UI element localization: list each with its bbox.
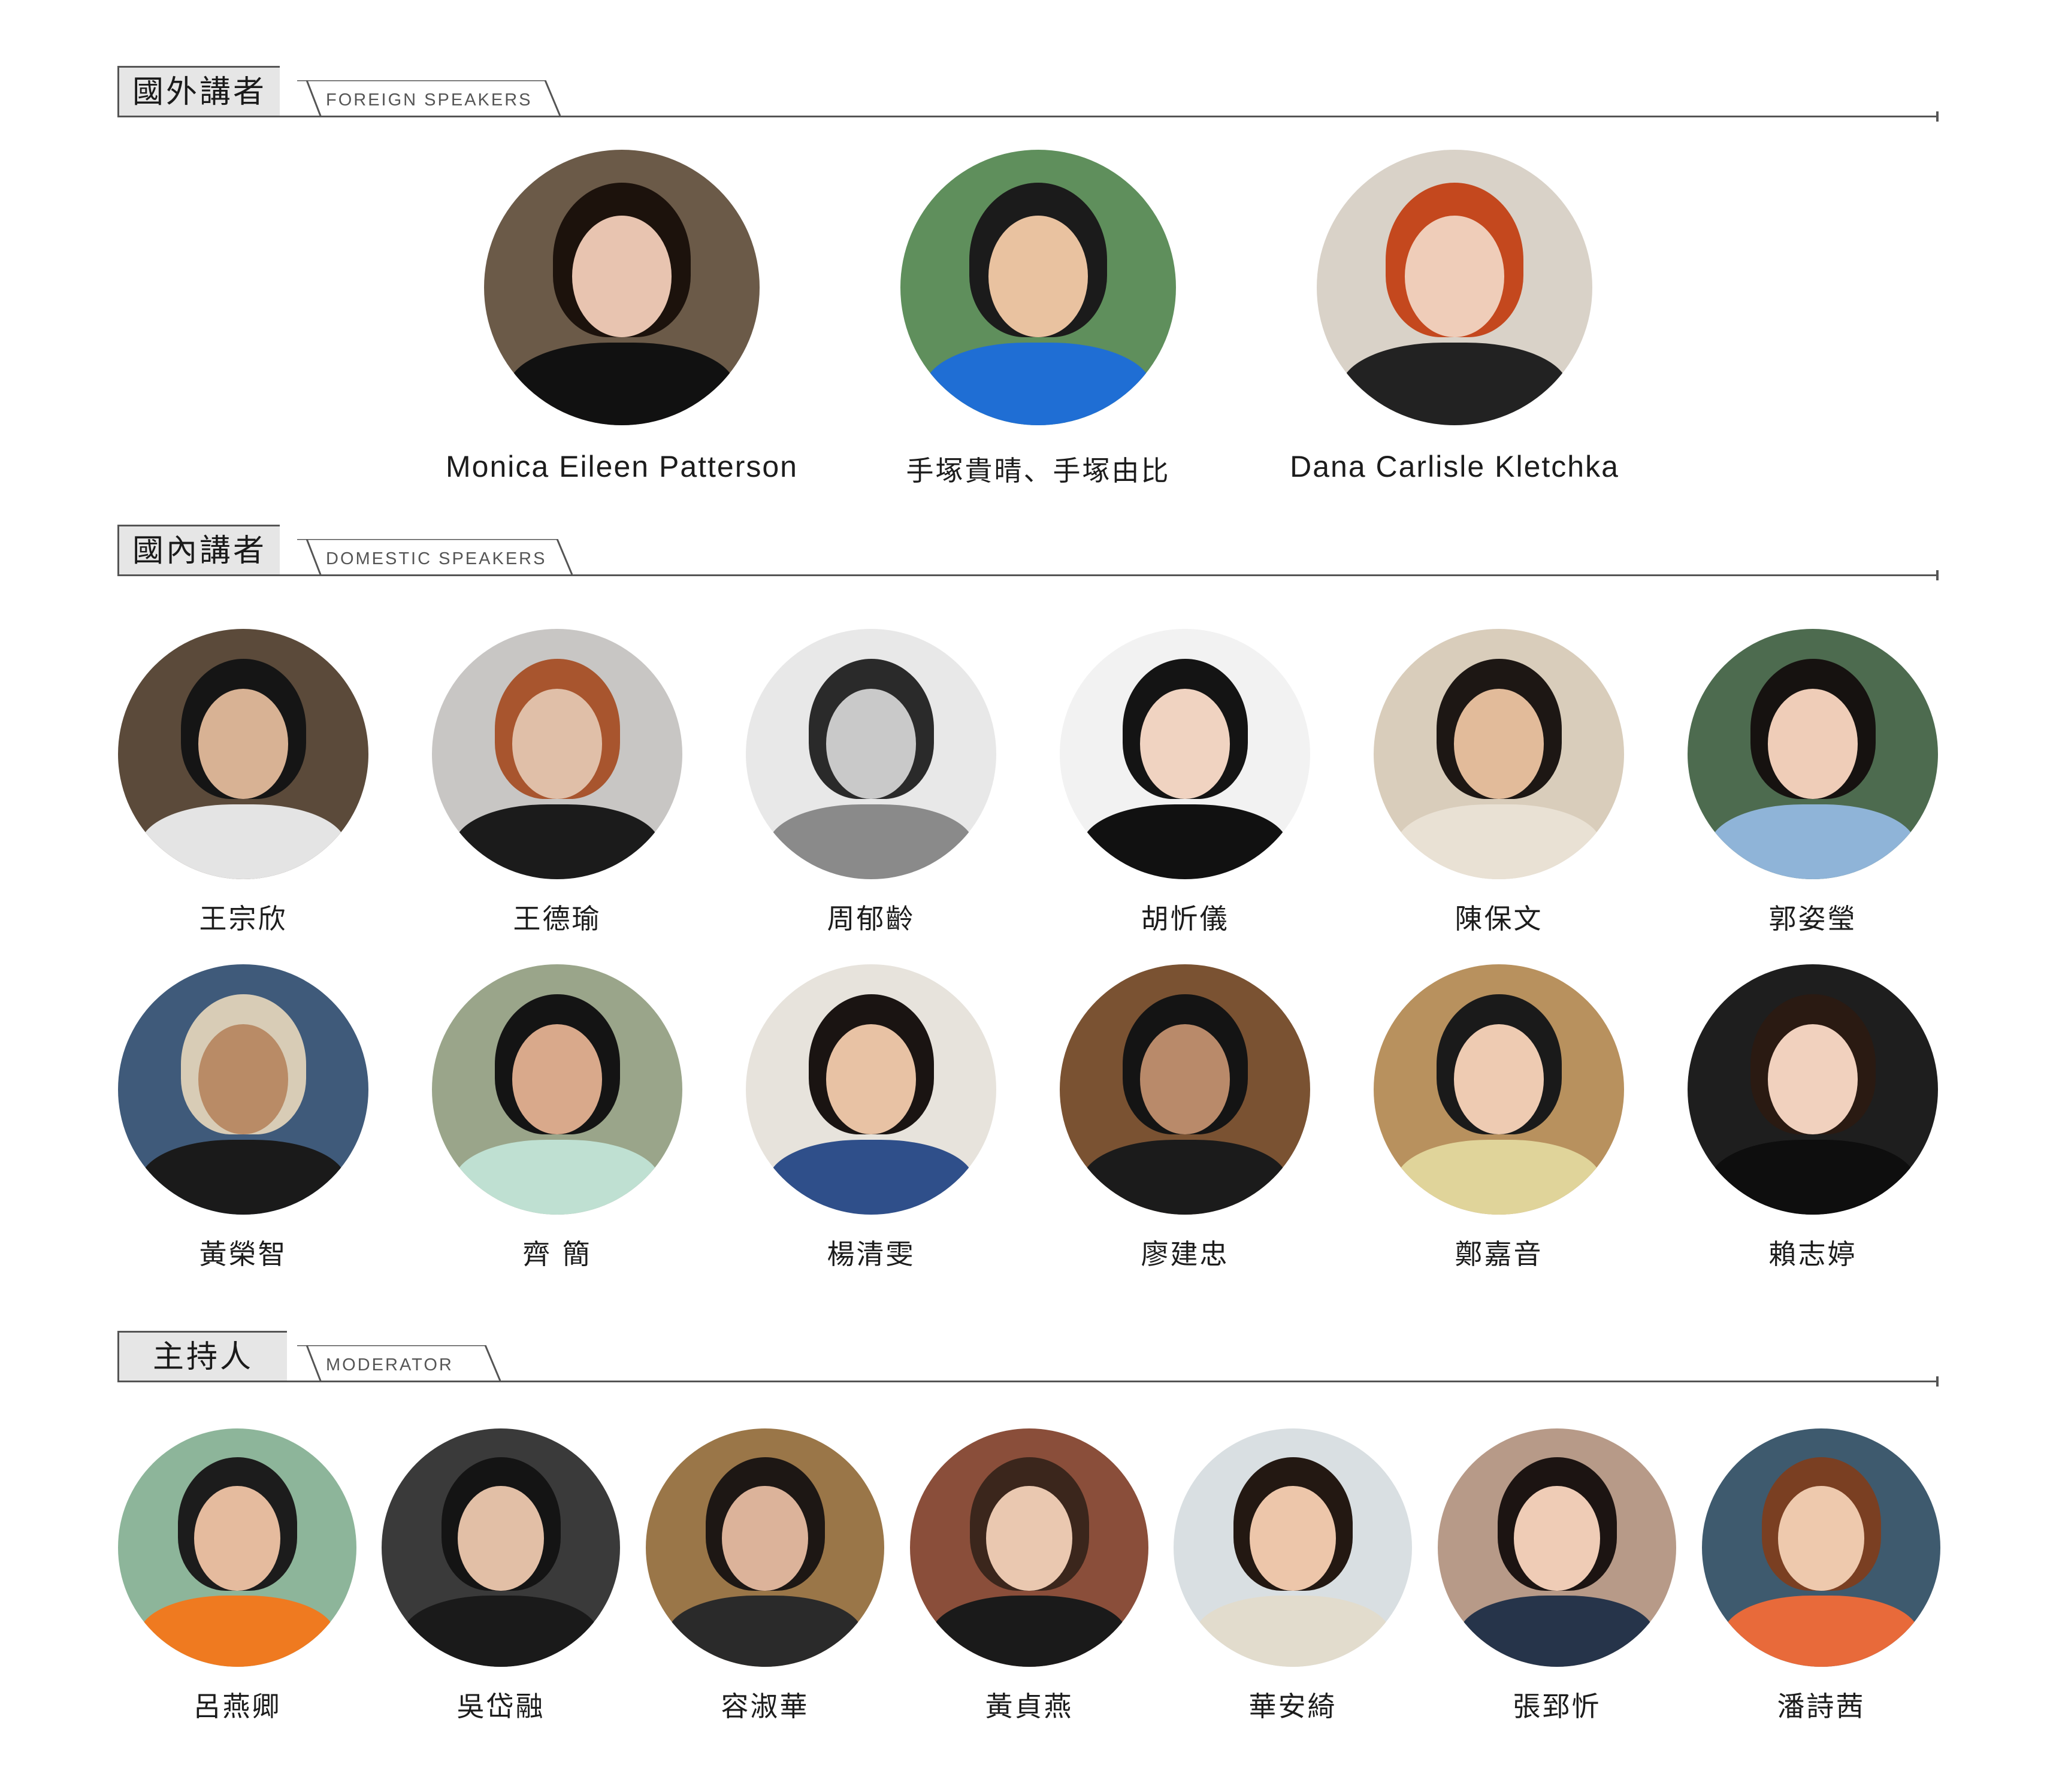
portrait-face [1453, 1024, 1544, 1135]
section-header: 主持人 MODERATOR [117, 1331, 1939, 1387]
portrait-face [1514, 1485, 1600, 1591]
speaker-photo [1688, 964, 1938, 1215]
section-title-en-tab: MODERATOR [297, 1345, 501, 1382]
portrait-face [826, 1024, 917, 1135]
portrait-face [988, 216, 1088, 337]
portrait-face [1139, 1024, 1230, 1135]
speaker-card: 潘詩茜 [1611, 1428, 2031, 1727]
portrait-shoulders [1396, 804, 1602, 879]
section-title-en: DOMESTIC SPEAKERS [326, 549, 547, 568]
speaker-card: 郭姿瑩 [1603, 629, 2022, 939]
speaker-card: Monica Eileen Patterson [412, 150, 832, 491]
portrait-face [572, 216, 672, 337]
portrait-shoulders [509, 343, 735, 425]
portrait-shoulders [1396, 1139, 1602, 1215]
divider [117, 574, 1939, 576]
speaker-name: 潘詩茜 [1777, 1690, 1865, 1723]
speaker-photo [746, 964, 996, 1215]
portrait-shoulders [140, 804, 346, 879]
speaker-card: Dana Carlisle Kletchka [1245, 150, 1664, 491]
portrait-face [1250, 1485, 1336, 1591]
portrait-face [986, 1485, 1072, 1591]
portrait-face [198, 689, 289, 800]
portrait-shoulders [1082, 1139, 1288, 1215]
speaker-photo [1374, 964, 1624, 1215]
portrait-face [722, 1485, 808, 1591]
speaker-name: Dana Carlisle Kletchka [1290, 450, 1619, 483]
portrait-shoulders [1341, 343, 1568, 425]
section-title-cn: 主持人 [117, 1331, 288, 1382]
portrait-face [826, 689, 917, 800]
divider-end [1936, 570, 1939, 580]
section-title-cn: 國外講者 [117, 66, 280, 117]
divider-end [1936, 111, 1939, 122]
portrait-face [194, 1485, 280, 1591]
speaker-name: Monica Eileen Patterson [446, 450, 798, 483]
speaker-photo [432, 629, 682, 879]
speaker-card: 手塚貴晴、手塚由比 [829, 150, 1248, 491]
divider [117, 116, 1939, 117]
portrait-shoulders [768, 804, 974, 879]
portrait-shoulders [768, 1139, 974, 1215]
portrait-face [512, 689, 603, 800]
speaker-photo [900, 150, 1176, 425]
portrait-face [1767, 1024, 1858, 1135]
portrait-shoulders [140, 1139, 346, 1215]
portrait-shoulders [454, 804, 660, 879]
section-title-en: MODERATOR [326, 1355, 453, 1375]
portrait-face [1139, 689, 1230, 800]
portrait-face [512, 1024, 603, 1135]
portrait-face [1405, 216, 1504, 337]
divider-end [1936, 1376, 1939, 1387]
portrait-face [1778, 1485, 1864, 1591]
speaker-photo [1702, 1428, 1940, 1667]
speaker-name: 賴志婷 [1768, 1238, 1857, 1270]
speaker-photo [1374, 629, 1624, 879]
portrait-shoulders [1723, 1595, 1919, 1667]
speaker-photo [1317, 150, 1592, 425]
portrait-shoulders [1082, 804, 1288, 879]
section-header: 國外講者 FOREIGN SPEAKERS [117, 66, 1939, 122]
speaker-photo [1060, 629, 1310, 879]
speaker-photo [432, 964, 682, 1215]
portrait-face [198, 1024, 289, 1135]
portrait-face [458, 1485, 544, 1591]
portrait-face [1453, 689, 1544, 800]
portrait-shoulders [1710, 1139, 1916, 1215]
section-title-en-tab: FOREIGN SPEAKERS [297, 80, 561, 117]
speaker-name: 郭姿瑩 [1768, 903, 1857, 935]
speaker-photo [484, 150, 760, 425]
portrait-face [1767, 689, 1858, 800]
speaker-photo [118, 964, 368, 1215]
section-title-cn: 國內講者 [117, 525, 280, 576]
speaker-photo [118, 629, 368, 879]
section-header: 國內講者 DOMESTIC SPEAKERS [117, 525, 1939, 580]
speaker-photo [746, 629, 996, 879]
speaker-card: 賴志婷 [1603, 964, 2022, 1275]
portrait-shoulders [1710, 804, 1916, 879]
portrait-shoulders [925, 343, 1151, 425]
speaker-photo [1688, 629, 1938, 879]
speaker-photo [1060, 964, 1310, 1215]
portrait-shoulders [454, 1139, 660, 1215]
section-title-en-tab: DOMESTIC SPEAKERS [297, 539, 573, 576]
divider [117, 1381, 1939, 1382]
section-title-en: FOREIGN SPEAKERS [326, 90, 533, 110]
speaker-name: 手塚貴晴、手塚由比 [906, 455, 1171, 487]
